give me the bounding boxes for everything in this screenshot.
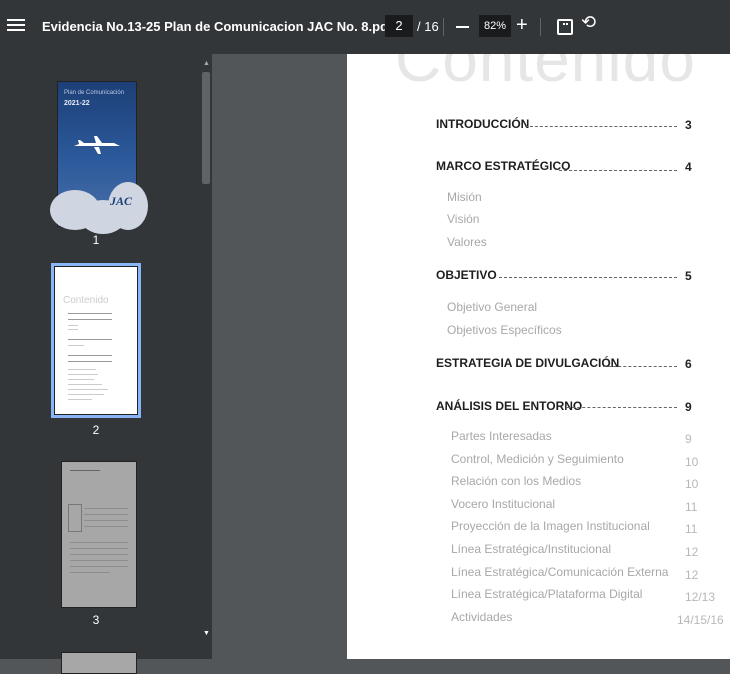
toolbar: Evidencia No.13-25 Plan de Comunicacion … [0,0,730,54]
toc-subitem-page: 12 [685,568,699,582]
toc-section-title: OBJETIVO [436,268,497,282]
text-line [68,325,78,326]
text-line [68,329,78,330]
sidebar-scrollbar[interactable]: ▲ ▼ [200,54,212,659]
text-line [68,345,84,346]
text-line [84,526,128,527]
text-line [70,572,110,573]
toc-page-number: 9 [685,400,692,414]
thumbnail-label: 1 [92,233,100,247]
text-line [70,554,128,555]
toc-leader [525,126,677,128]
toc-subitem-page: 9 [685,432,692,446]
text-line [68,339,112,340]
thumbnail-page-3[interactable] [61,461,137,608]
text-line [68,399,92,400]
toolbar-divider [540,18,541,36]
zoom-input[interactable]: 82% [479,15,511,37]
toc-subitem-page: 11 [685,522,698,536]
toc-section-title: MARCO ESTRATÉGICO [436,159,571,173]
toc-subitem: Visión [447,212,480,226]
text-line [70,548,128,549]
text-line [68,361,112,362]
toc-subitem-page: 14/15/16 [677,613,724,627]
thumbnail-label: 2 [92,423,100,437]
toc-page-number: 3 [685,118,692,132]
toc-page-number: 4 [685,160,692,174]
text-line [68,313,112,314]
scrollbar-thumb[interactable] [202,72,210,184]
toc-leader [603,366,677,368]
text-box [68,504,82,532]
toc-subitem: Vocero Institucional [451,497,556,511]
toc-page-number: 6 [685,357,692,371]
toc-subitem-page: 10 [685,455,699,469]
zoom-out-icon[interactable] [456,26,469,28]
toolbar-divider [443,18,444,36]
fit-to-page-icon[interactable] [557,19,573,35]
airplane-icon [74,136,120,154]
toc-subitem-page: 12 [685,545,699,559]
text-line [70,560,128,561]
text-line [68,389,108,390]
rotate-icon[interactable]: ⟲ [581,12,596,33]
toc-subitem: Línea Estratégica/Institucional [451,542,612,556]
text-line [70,470,100,471]
thumbnail-page-2[interactable]: Contenido [51,263,141,418]
toc-subitem: Valores [447,235,487,249]
text-line [84,520,128,521]
toc-subitem: Relación con los Medios [451,474,582,488]
toc-subitem: Proyección de la Imagen Institucional [451,519,650,533]
toc-section-title: ESTRATEGIA DE DIVULGACIÓN [436,356,620,370]
toc-section-title: ANÁLISIS DEL ENTORNO [436,399,583,413]
toc-leader [567,407,677,409]
zoom-in-icon[interactable]: + [516,14,528,37]
text-line [84,514,128,515]
document-title: Evidencia No.13-25 Plan de Comunicacion … [42,19,393,34]
scroll-down-icon[interactable]: ▼ [203,630,210,637]
text-line [68,379,94,380]
scroll-up-icon[interactable]: ▲ [203,60,210,67]
thumbnail-label: 3 [92,613,100,627]
thumbnail-page-4[interactable] [61,652,137,674]
cover-title: Plan de Comunicación [64,90,125,96]
total-pages: / 16 [417,19,439,34]
menu-icon[interactable] [7,16,25,36]
toc-subitem-page: 10 [685,477,699,491]
cover-year: 2021-22 [64,100,90,107]
toc-page-number: 5 [685,269,692,283]
toc-section-title: INTRODUCCIÓN [436,117,530,131]
text-line [70,566,128,567]
text-line [70,542,128,543]
text-line [68,374,98,375]
page-number-input[interactable]: 2 [385,15,413,37]
pdf-page: Contenido INTRODUCCIÓN 3 MARCO ESTRATÉGI… [347,54,730,659]
toc-subitem-page: 11 [685,500,698,514]
page-heading: Contenido [395,54,696,95]
toc-leader [559,170,677,172]
text-line [68,384,102,385]
toc-subitem: Actividades [451,610,513,624]
text-line [68,355,112,356]
text-line [84,508,128,509]
toc-subitem: Objetivos Específicos [447,323,562,337]
text-line [68,394,104,395]
toc-subitem: Objetivo General [447,300,538,314]
text-line [68,369,96,370]
thumbnail-heading: Contenido [63,295,109,306]
thumbnail-page-1[interactable]: Plan de Comunicación 2021-22 JAC [50,81,148,234]
toc-subitem: Partes Interesadas [451,429,552,443]
text-line [68,319,112,320]
toc-subitem: Misión [447,190,482,204]
toc-subitem: Control, Medición y Seguimiento [451,452,624,466]
toc-subitem-page: 12/13 [685,590,716,604]
toc-subitem: Línea Estratégica/Plataforma Digital [451,587,643,601]
jac-logo: JAC [110,194,133,208]
toc-leader [499,277,677,279]
toc-subitem: Línea Estratégica/Comunicación Externa [451,565,669,579]
